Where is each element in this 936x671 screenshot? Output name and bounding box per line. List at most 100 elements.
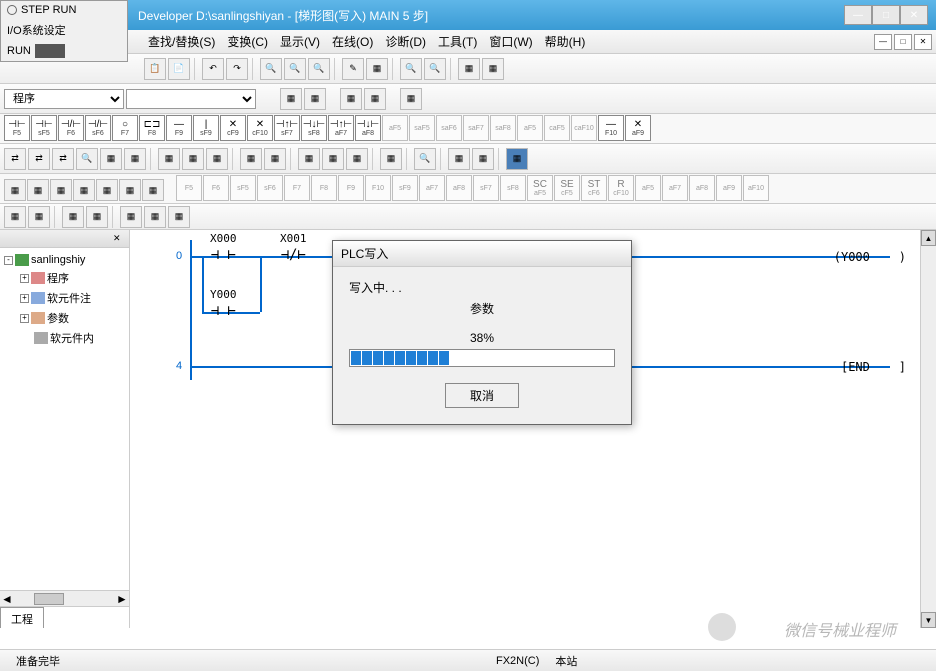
tree-root[interactable]: -sanlingshiy (4, 252, 125, 268)
step-run-row[interactable]: STEP RUN (1, 1, 127, 19)
misc-14[interactable]: ▦ (346, 148, 368, 170)
edit-button[interactable]: ✎ (342, 58, 364, 80)
comment-button[interactable]: ▦ (458, 58, 480, 80)
misc-12[interactable]: ▦ (298, 148, 320, 170)
ladder-key-sF6[interactable]: ⊣/⊢sF6 (85, 115, 111, 141)
menu-help[interactable]: 帮助(H) (539, 31, 592, 52)
sfc-7[interactable]: ▦ (142, 179, 164, 201)
paste-button[interactable]: 📄 (168, 58, 190, 80)
misc-19[interactable]: ▦ (506, 148, 528, 170)
bt-4[interactable]: ▦ (86, 206, 108, 228)
redo-button[interactable]: ↷ (226, 58, 248, 80)
menu-online[interactable]: 在线(O) (326, 31, 379, 52)
ladder-key-aF7[interactable]: ⊣↑⊢aF7 (328, 115, 354, 141)
menu-view[interactable]: 显示(V) (274, 31, 326, 52)
misc-3[interactable]: ⇄ (52, 148, 74, 170)
ladder-key-aF9[interactable]: ✕aF9 (625, 115, 651, 141)
tree-item-program[interactable]: +程序 (4, 268, 125, 288)
menu-diagnostics[interactable]: 诊断(D) (379, 31, 432, 52)
run-row[interactable]: RUN (1, 41, 127, 61)
ladder-key-cF10[interactable]: ✕cF10 (247, 115, 273, 141)
collapse-icon[interactable]: - (4, 256, 13, 265)
ladder-key-F8[interactable]: ⊏⊐F8 (139, 115, 165, 141)
misc-17[interactable]: ▦ (448, 148, 470, 170)
tab-project[interactable]: 工程 (0, 607, 44, 628)
ladder-key-sF5[interactable]: ⊣⊢sF5 (31, 115, 57, 141)
misc-11[interactable]: ▦ (264, 148, 286, 170)
bt-7[interactable]: ▦ (168, 206, 190, 228)
mode-btn-4[interactable]: ▦ (364, 88, 386, 110)
expand-icon[interactable]: + (20, 294, 29, 303)
misc-5[interactable]: ▦ (100, 148, 122, 170)
scroll-up[interactable]: ▲ (921, 230, 936, 246)
io-settings-row[interactable]: I/O系统设定 (1, 19, 127, 41)
mode-btn-2[interactable]: ▦ (304, 88, 326, 110)
zoom-fit-button[interactable]: 🔍 (308, 58, 330, 80)
menu-tools[interactable]: 工具(T) (432, 31, 483, 52)
bt-5[interactable]: ▦ (120, 206, 142, 228)
misc-7[interactable]: ▦ (158, 148, 180, 170)
ladder-key-aF8[interactable]: ⊣↓⊢aF8 (355, 115, 381, 141)
mode-btn-3[interactable]: ▦ (340, 88, 362, 110)
mdi-minimize[interactable]: — (874, 34, 892, 50)
misc-10[interactable]: ▦ (240, 148, 262, 170)
zoom-in-button[interactable]: 🔍 (260, 58, 282, 80)
ladder-key-F10[interactable]: —F10 (598, 115, 624, 141)
bt-1[interactable]: ▦ (4, 206, 26, 228)
device-combo[interactable] (126, 89, 256, 109)
ladder-key-F7[interactable]: ○F7 (112, 115, 138, 141)
misc-1[interactable]: ⇄ (4, 148, 26, 170)
misc-16[interactable]: 🔍 (414, 148, 436, 170)
coil-y000[interactable]: (Y000 ) (834, 250, 906, 264)
undo-button[interactable]: ↶ (202, 58, 224, 80)
find-next-button[interactable]: 🔍 (424, 58, 446, 80)
tree-item-device-comment[interactable]: +软元件注 (4, 288, 125, 308)
bt-3[interactable]: ▦ (62, 206, 84, 228)
bt-6[interactable]: ▦ (144, 206, 166, 228)
contact-x000[interactable]: X000⊣ ⊢ (210, 232, 237, 263)
ladder-key-F6[interactable]: ⊣/⊢F6 (58, 115, 84, 141)
sfc-1[interactable]: ▦ (4, 179, 26, 201)
sfc-3[interactable]: ▦ (50, 179, 72, 201)
tree-item-params[interactable]: +参数 (4, 308, 125, 328)
mdi-close[interactable]: ✕ (914, 34, 932, 50)
misc-13[interactable]: ▦ (322, 148, 344, 170)
sfc-4[interactable]: ▦ (73, 179, 95, 201)
expand-icon[interactable]: + (20, 314, 29, 323)
scroll-down[interactable]: ▼ (921, 612, 936, 628)
end-instruction[interactable]: [END ] (841, 360, 906, 374)
tree-hscroll[interactable]: ◄► (0, 590, 129, 606)
ladder-key-F5[interactable]: ⊣⊢F5 (4, 115, 30, 141)
menu-window[interactable]: 窗口(W) (483, 31, 538, 52)
mode-btn-1[interactable]: ▦ (280, 88, 302, 110)
misc-6[interactable]: ▦ (124, 148, 146, 170)
sfc-2[interactable]: ▦ (27, 179, 49, 201)
ladder-key-sF7[interactable]: ⊣↑⊢sF7 (274, 115, 300, 141)
misc-15[interactable]: ▦ (380, 148, 402, 170)
menu-find-replace[interactable]: 查找/替换(S) (142, 31, 221, 52)
ladder-key-F9[interactable]: —F9 (166, 115, 192, 141)
misc-2[interactable]: ⇄ (28, 148, 50, 170)
contact-y000[interactable]: Y000⊣ ⊢ (210, 288, 237, 319)
misc-8[interactable]: ▦ (182, 148, 204, 170)
zoom-out-button[interactable]: 🔍 (284, 58, 306, 80)
misc-9[interactable]: ▦ (206, 148, 228, 170)
bt-2[interactable]: ▦ (28, 206, 50, 228)
program-combo[interactable]: 程序 (4, 89, 124, 109)
tree-item-device-mem[interactable]: 软元件内 (4, 328, 125, 348)
close-button[interactable]: ✕ (900, 5, 928, 25)
canvas-vscroll[interactable]: ▲ ▼ (920, 230, 936, 628)
cancel-button[interactable]: 取消 (445, 383, 519, 408)
ladder-key-sF8[interactable]: ⊣↓⊢sF8 (301, 115, 327, 141)
monitor-button[interactable]: ▦ (366, 58, 388, 80)
contact-x001[interactable]: X001⊣/⊢ (280, 232, 307, 263)
misc-18[interactable]: ▦ (472, 148, 494, 170)
menu-convert[interactable]: 变换(C) (221, 31, 274, 52)
copy-button[interactable]: 📋 (144, 58, 166, 80)
statement-button[interactable]: ▦ (482, 58, 504, 80)
expand-icon[interactable]: + (20, 274, 29, 283)
mdi-restore[interactable]: □ (894, 34, 912, 50)
minimize-button[interactable]: — (844, 5, 872, 25)
mode-btn-5[interactable]: ▦ (400, 88, 422, 110)
find-button[interactable]: 🔍 (400, 58, 422, 80)
